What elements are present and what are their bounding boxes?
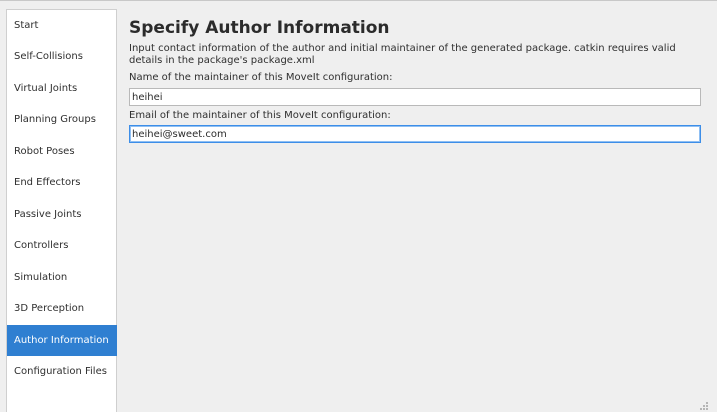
sidebar-item-configuration-files[interactable]: Configuration Files <box>7 356 117 387</box>
page-description: Input contact information of the author … <box>129 43 676 66</box>
wizard-sidebar: Start Self-Collisions Virtual Joints Pla… <box>6 9 117 412</box>
sidebar-item-virtual-joints[interactable]: Virtual Joints <box>7 73 117 104</box>
author-information-panel: Specify Author Information Input contact… <box>118 9 710 412</box>
sidebar-item-self-collisions[interactable]: Self-Collisions <box>7 41 117 72</box>
window-top-border <box>0 0 717 1</box>
maintainer-name-input[interactable] <box>129 88 701 106</box>
sidebar-item-end-effectors[interactable]: End Effectors <box>7 167 117 198</box>
sidebar-item-controllers[interactable]: Controllers <box>7 230 117 261</box>
sidebar-item-start[interactable]: Start <box>7 10 117 41</box>
sidebar-item-3d-perception[interactable]: 3D Perception <box>7 293 117 324</box>
sidebar-item-simulation[interactable]: Simulation <box>7 262 117 293</box>
sidebar-item-passive-joints[interactable]: Passive Joints <box>7 199 117 230</box>
page-title: Specify Author Information <box>129 18 390 38</box>
maintainer-name-label: Name of the maintainer of this MoveIt co… <box>129 72 393 83</box>
maintainer-email-input[interactable] <box>129 125 701 143</box>
sidebar-item-planning-groups[interactable]: Planning Groups <box>7 104 117 135</box>
sidebar-item-author-information[interactable]: Author Information <box>7 325 117 356</box>
resize-grip-icon[interactable] <box>700 402 708 410</box>
maintainer-email-label: Email of the maintainer of this MoveIt c… <box>129 110 391 121</box>
sidebar-item-robot-poses[interactable]: Robot Poses <box>7 136 117 167</box>
